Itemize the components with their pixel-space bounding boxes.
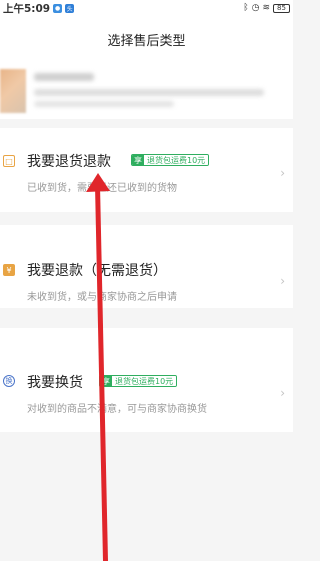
option-description: 未收到货，或与商家协商之后申请 [27,292,177,303]
page-header: 选择售后类型 [0,16,293,63]
option-description: 已收到货，需要退还已收到的货物 [27,183,177,194]
alarm-icon: ◷ [251,2,260,13]
option-return-refund[interactable]: □ 我要退货退款 享 退货包运费10元 已收到货，需要退还已收到的货物 › [0,128,293,212]
app-notification-icon-2: 头 [65,3,75,13]
free-shipping-badge: 享 退货包运费10元 [131,154,210,166]
money-icon: ¥ [3,264,15,276]
option-title: 我要换货 [27,375,83,391]
badge-text: 退货包运费10元 [144,155,209,165]
chevron-right-icon: › [280,386,285,400]
product-spec-blurred [34,89,264,96]
exchange-icon: 换 [3,375,15,387]
option-title: 我要退货退款 [27,154,111,170]
product-thumbnail [0,69,26,113]
status-bar: 上午5:09 ● 头 ᛒ ◷ ≋ 85 [0,0,293,16]
free-shipping-badge: 享 退货包运费10元 [99,375,178,387]
option-refund-only[interactable]: ¥ 我要退款（无需退货） 未收到货，或与商家协商之后申请 › [0,225,293,308]
option-description: 对收到的商品不满意，可与商家协商换货 [27,404,207,415]
badge-prefix: 享 [100,376,112,386]
wifi-icon: ≋ [262,2,270,13]
app-notification-icon: ● [53,3,63,13]
option-exchange[interactable]: 换 我要换货 享 退货包运费10元 对收到的商品不满意，可与商家协商换货 › [0,328,293,432]
badge-text: 退货包运费10元 [112,376,177,386]
badge-prefix: 享 [132,155,144,165]
product-summary [0,63,293,119]
bluetooth-icon: ᛒ [243,2,249,13]
option-title: 我要退款（无需退货） [27,263,167,279]
battery-icon: 85 [273,3,290,13]
chevron-right-icon: › [280,166,285,180]
product-name-blurred [34,73,94,81]
battery-level: 85 [277,4,286,12]
status-time: 上午5:09 [3,2,51,15]
box-icon: □ [3,155,15,167]
product-spec-blurred-2 [34,101,174,107]
page-title: 选择售后类型 [107,34,186,49]
chevron-right-icon: › [280,274,285,288]
